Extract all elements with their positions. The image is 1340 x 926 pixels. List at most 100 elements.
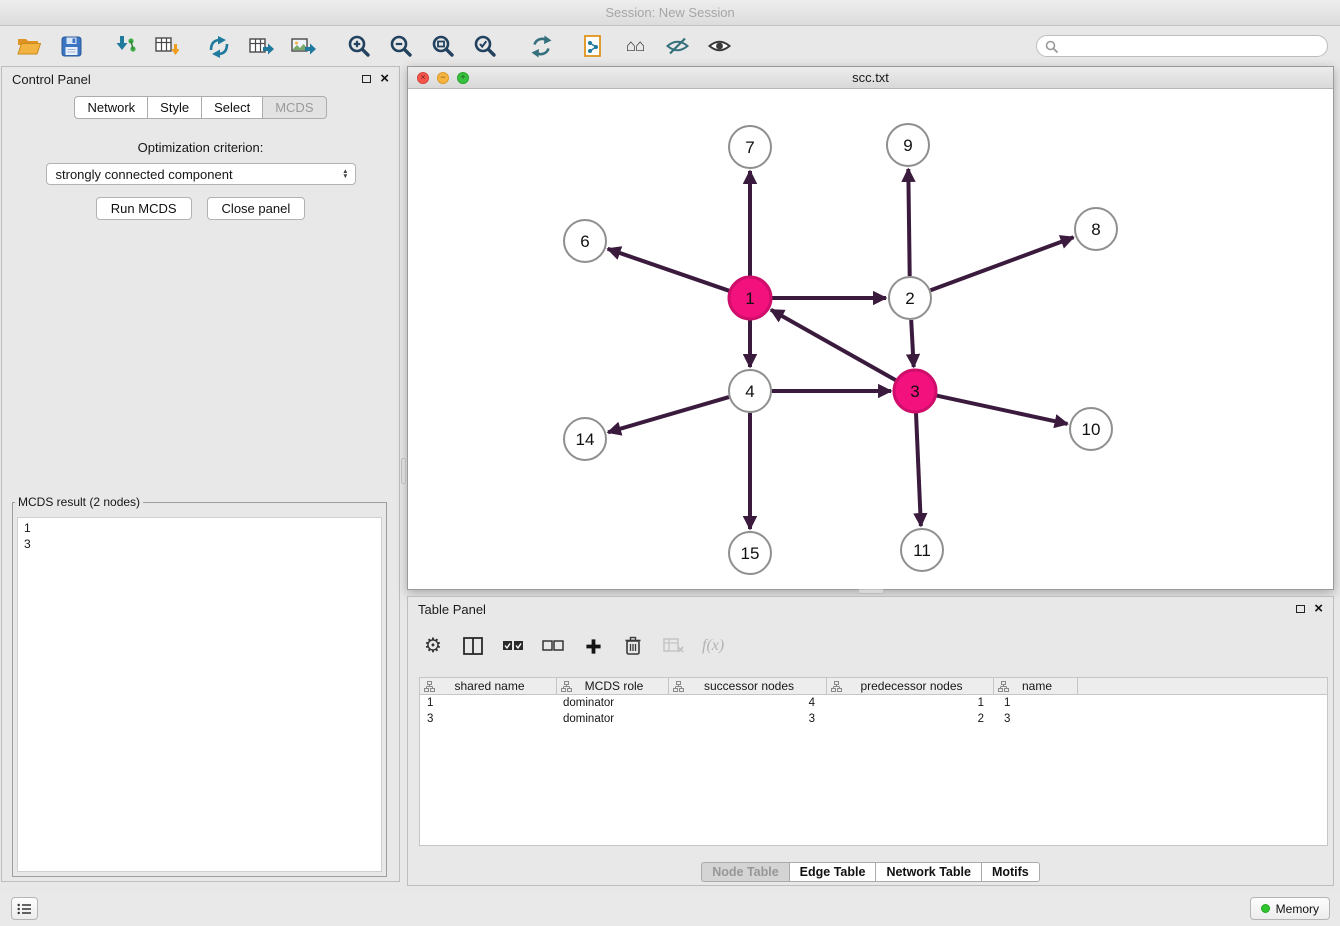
node-table-body[interactable]: 1dominator4113dominator323 — [419, 695, 1328, 846]
show-columns-button[interactable] — [462, 634, 484, 658]
graph-edge-1-6[interactable] — [608, 249, 730, 291]
zoom-selected-button[interactable] — [468, 31, 502, 61]
zoom-fit-button[interactable] — [426, 31, 460, 61]
task-history-button[interactable] — [11, 897, 38, 920]
search-icon — [1045, 40, 1058, 53]
network-canvas[interactable]: 7968124314101511 — [408, 89, 1333, 589]
graph-edge-2-3[interactable] — [911, 320, 914, 367]
select-all-button[interactable] — [502, 634, 524, 658]
close-table-panel-icon[interactable]: × — [1314, 603, 1323, 615]
memory-button[interactable]: Memory — [1250, 897, 1330, 920]
column-header-MCDS-role[interactable]: MCDS role — [557, 678, 669, 694]
trash-icon — [624, 636, 642, 656]
vertical-splitter-handle[interactable] — [401, 458, 406, 484]
table-cell[interactable]: 1 — [420, 695, 557, 711]
tab-network-table[interactable]: Network Table — [876, 862, 982, 882]
window-zoom-icon[interactable]: + — [457, 72, 469, 84]
window-minimize-icon[interactable]: − — [437, 72, 449, 84]
tab-node-table[interactable]: Node Table — [701, 862, 789, 882]
control-panel-title: Control Panel — [12, 72, 91, 87]
graph-edge-3-1[interactable] — [771, 310, 896, 380]
import-network-icon — [113, 35, 137, 57]
column-header-label: successor nodes — [684, 679, 826, 693]
table-cell[interactable]: 2 — [827, 711, 994, 727]
graph-node-label-10: 10 — [1082, 420, 1101, 439]
search-input[interactable] — [1063, 39, 1319, 53]
search-box[interactable] — [1036, 35, 1328, 57]
table-cell[interactable]: 3 — [420, 711, 557, 727]
table-cell[interactable]: dominator — [557, 711, 669, 727]
table-cell[interactable]: 1 — [827, 695, 994, 711]
column-header-predecessor-nodes[interactable]: predecessor nodes — [827, 678, 994, 694]
tab-mcds[interactable]: MCDS — [263, 96, 326, 119]
home-layout-button[interactable]: ⌂⌂ — [618, 31, 652, 61]
column-header-label: predecessor nodes — [842, 679, 993, 693]
import-table-button[interactable] — [150, 31, 184, 61]
deselect-all-button[interactable] — [542, 634, 564, 658]
table-row[interactable]: 3dominator323 — [420, 711, 1327, 727]
table-row[interactable]: 1dominator411 — [420, 695, 1327, 711]
graph-edge-4-14[interactable] — [608, 397, 729, 432]
node-table-header: shared nameMCDS role successor nodes prede… — [419, 677, 1328, 695]
table-cell[interactable]: 3 — [994, 711, 1078, 727]
window-close-icon[interactable]: × — [417, 72, 429, 84]
hide-graphics-details-button[interactable] — [660, 31, 694, 61]
graph-edge-2-9[interactable] — [908, 169, 909, 276]
zoom-in-button[interactable] — [342, 31, 376, 61]
run-mcds-button[interactable]: Run MCDS — [96, 197, 192, 220]
tab-motifs[interactable]: Motifs — [982, 862, 1040, 882]
refresh-view-button[interactable] — [524, 31, 558, 61]
close-panel-icon[interactable]: × — [380, 73, 389, 85]
list-icon — [17, 903, 32, 915]
network-window[interactable]: × − + scc.txt 7968124314101511 — [407, 66, 1334, 590]
graph-edge-3-11[interactable] — [916, 413, 921, 526]
import-network-button[interactable] — [108, 31, 142, 61]
zoom-fit-icon — [431, 34, 455, 58]
table-panel-header: Table Panel × — [408, 597, 1333, 621]
graph-node-label-1: 1 — [745, 289, 754, 308]
tab-edge-table[interactable]: Edge Table — [790, 862, 877, 882]
network-canvas-area[interactable]: 7968124314101511 — [408, 89, 1333, 589]
refresh-icon — [530, 35, 553, 58]
graph-node-label-4: 4 — [745, 382, 754, 401]
save-session-button[interactable] — [54, 31, 88, 61]
graph-node-label-7: 7 — [745, 138, 754, 157]
column-header-name[interactable]: name — [994, 678, 1078, 694]
table-cell[interactable]: 4 — [669, 695, 827, 711]
graph-node-label-11: 11 — [913, 541, 931, 560]
create-column-button[interactable] — [582, 634, 604, 658]
optimization-criterion-dropdown[interactable]: strongly connected component ▲▼ — [46, 163, 356, 185]
close-panel-button[interactable]: Close panel — [207, 197, 306, 220]
table-cell[interactable]: 3 — [669, 711, 827, 727]
table-cell[interactable]: dominator — [557, 695, 669, 711]
column-header-successor-nodes[interactable]: successor nodes — [669, 678, 827, 694]
table-cell[interactable]: 1 — [994, 695, 1078, 711]
network-arrows-button[interactable] — [202, 31, 236, 61]
mcds-result-text[interactable]: 1 3 — [17, 517, 382, 872]
network-window-titlebar[interactable]: × − + scc.txt — [408, 67, 1333, 89]
optimization-criterion-label: Optimization criterion: — [2, 140, 399, 155]
tab-style[interactable]: Style — [148, 96, 202, 119]
titlebar[interactable]: Session: New Session — [0, 0, 1340, 26]
export-image-icon — [291, 35, 316, 57]
control-panel: Control Panel × NetworkStyleSelectMCDS O… — [1, 66, 400, 882]
table-settings-button[interactable]: ⚙ — [422, 634, 444, 658]
horizontal-splitter-handle[interactable] — [858, 589, 884, 594]
tab-select[interactable]: Select — [202, 96, 263, 119]
export-image-button[interactable] — [286, 31, 320, 61]
float-panel-icon[interactable] — [362, 75, 371, 83]
open-file-button[interactable] — [12, 31, 46, 61]
copy-document-button[interactable] — [576, 31, 610, 61]
zoom-out-button[interactable] — [384, 31, 418, 61]
tab-network[interactable]: Network — [74, 96, 148, 119]
control-panel-tabs: NetworkStyleSelectMCDS — [2, 96, 399, 119]
delete-table-button-disabled[interactable] — [662, 634, 684, 658]
graph-edge-3-10[interactable] — [937, 396, 1068, 424]
graph-edge-2-8[interactable] — [931, 237, 1074, 290]
show-graphics-details-button[interactable] — [702, 31, 736, 61]
function-builder-button-disabled[interactable]: f(x) — [702, 634, 724, 658]
column-header-shared-name[interactable]: shared name — [420, 678, 557, 694]
delete-column-button[interactable] — [622, 634, 644, 658]
float-table-panel-icon[interactable] — [1296, 605, 1305, 613]
export-table-button[interactable] — [244, 31, 278, 61]
